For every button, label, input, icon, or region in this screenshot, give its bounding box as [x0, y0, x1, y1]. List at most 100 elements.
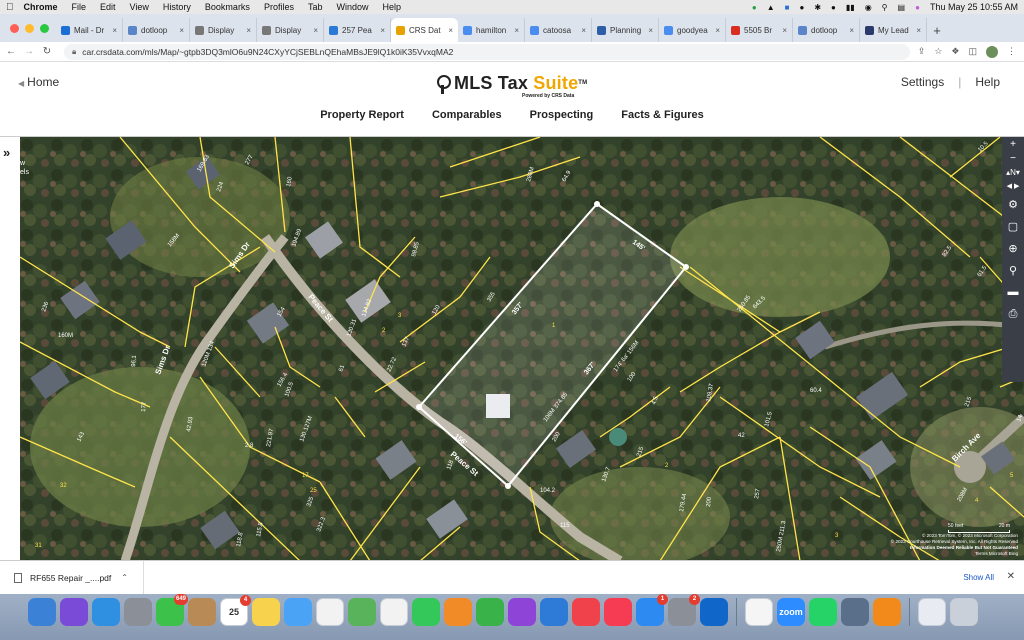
tab-close-icon[interactable]: × [112, 26, 117, 35]
lock-icon[interactable]: 🔒︎ [72, 47, 76, 57]
mls-tax-suite-logo[interactable]: MLS Tax SuiteTM Powered by CRS Data [436, 72, 587, 99]
dock-facetime-icon[interactable] [412, 598, 440, 626]
back-button[interactable]: ← [4, 46, 18, 57]
parcel-vertex[interactable] [416, 404, 422, 410]
dock-pages-icon[interactable] [444, 598, 472, 626]
siri-icon[interactable]: ● [915, 3, 920, 12]
tab-close-icon[interactable]: × [246, 26, 251, 35]
zoom-in-button[interactable]: + [1002, 137, 1024, 151]
menu-tab[interactable]: Tab [308, 2, 323, 12]
show-all-button[interactable]: Show All [963, 573, 994, 582]
map-canvas[interactable]: Sims Dr Sims Dr Peace St Peace St Birch … [20, 137, 1024, 561]
browser-tab[interactable]: dotloop × [123, 18, 190, 42]
dock-messages-icon[interactable]: 649 [156, 594, 188, 626]
minimize-window-button[interactable] [25, 24, 34, 33]
browser-tab[interactable]: Display × [190, 18, 257, 42]
tab-close-icon[interactable]: × [179, 26, 184, 35]
reload-button[interactable]: ↻ [40, 46, 54, 57]
tab-close-icon[interactable]: × [648, 26, 653, 35]
tab-close-icon[interactable]: × [715, 26, 720, 35]
spotlight-search-icon[interactable]: ⚲ [882, 3, 888, 12]
browser-tab[interactable]: Display × [257, 18, 324, 42]
browser-tab[interactable]: 5505 Br × [726, 18, 793, 42]
print-icon[interactable]: ⎙ [1002, 303, 1024, 325]
browser-tab[interactable]: CRS Dat × [391, 18, 458, 42]
forward-button[interactable]: → [22, 46, 36, 57]
dock-finder-icon[interactable] [28, 598, 56, 626]
attribution-line[interactable]: Terms Microsoft Bing [891, 551, 1018, 557]
browser-tab[interactable]: dotloop × [793, 18, 860, 42]
dock-numbers-icon[interactable] [476, 598, 504, 626]
menu-app-name[interactable]: Chrome [24, 2, 58, 12]
menu-view[interactable]: View [130, 2, 149, 12]
menu-profiles[interactable]: Profiles [264, 2, 294, 12]
status-app-icon[interactable]: ● [831, 3, 836, 12]
browser-tab[interactable]: hamilton × [458, 18, 525, 42]
dock-contacts-icon[interactable] [188, 598, 216, 626]
compass-icon[interactable]: ▴N▾ [1002, 165, 1024, 179]
sidebar-icon[interactable]: ◫ [968, 46, 977, 57]
parcel-vertex[interactable] [505, 483, 511, 489]
bookmark-star-icon[interactable]: ☆ [934, 46, 942, 57]
dock-zoom-icon[interactable]: zoom [777, 598, 805, 626]
tab-close-icon[interactable]: × [581, 26, 586, 35]
nav-prospecting[interactable]: Prospecting [530, 109, 594, 121]
status-app-icon[interactable]: ● [799, 3, 804, 12]
settings-link[interactable]: Settings [901, 75, 944, 89]
menu-help[interactable]: Help [382, 2, 401, 12]
dock-siri-icon[interactable] [60, 598, 88, 626]
dock-reminders-icon[interactable] [316, 598, 344, 626]
dock-photos-icon[interactable] [380, 598, 408, 626]
browser-tab[interactable]: Planning × [592, 18, 659, 42]
search-icon[interactable]: ⚲ [1002, 259, 1024, 281]
close-window-button[interactable] [10, 24, 19, 33]
chevron-up-icon[interactable]: ⌃ [121, 573, 128, 582]
close-icon[interactable]: ✕ [1007, 571, 1015, 582]
dock-calendar-icon[interactable]: 25 4 [220, 595, 251, 626]
browser-tab[interactable]: goodyea × [659, 18, 726, 42]
extensions-icon[interactable]: ❖ [951, 46, 959, 57]
share-icon[interactable]: ⇪ [918, 46, 926, 57]
status-app-icon[interactable]: ● [752, 3, 757, 12]
dock-keynote-icon[interactable] [540, 598, 568, 626]
dock-documents-icon[interactable] [918, 598, 946, 626]
browser-menu-icon[interactable]: ⋮ [1007, 46, 1016, 57]
bluetooth-icon[interactable]: ✱ [814, 3, 821, 12]
wifi-icon[interactable]: ◉ [865, 3, 872, 12]
zoom-out-button[interactable]: − [1002, 151, 1024, 165]
profile-avatar[interactable] [986, 45, 998, 58]
select-area-icon[interactable]: ▢ [1002, 215, 1024, 237]
address-bar[interactable]: 🔒︎ car.crsdata.com/mls/Map/~gtpb3DQ3mlO6… [64, 43, 910, 60]
menu-window[interactable]: Window [336, 2, 368, 12]
dock-whatsapp-icon[interactable] [809, 598, 837, 626]
dock-launchpad-icon[interactable] [124, 598, 152, 626]
browser-tab[interactable]: My Lead × [860, 18, 927, 42]
battery-icon[interactable]: ▮▮ [846, 3, 855, 12]
apple-icon[interactable]:  [6, 2, 14, 13]
dock-chrome-icon[interactable] [745, 598, 773, 626]
tab-close-icon[interactable]: × [514, 26, 519, 35]
help-link[interactable]: Help [975, 75, 1000, 89]
menu-edit[interactable]: Edit [100, 2, 116, 12]
menu-history[interactable]: History [163, 2, 191, 12]
tab-close-icon[interactable]: × [849, 26, 854, 35]
menu-file[interactable]: File [72, 2, 87, 12]
menu-bookmarks[interactable]: Bookmarks [205, 2, 250, 12]
browser-tab[interactable]: Mail - Dr × [56, 18, 123, 42]
dock-news-icon[interactable] [572, 598, 600, 626]
dock-trash-icon[interactable] [950, 598, 978, 626]
new-tab-button[interactable]: + [927, 18, 947, 42]
status-app-icon[interactable]: ▲ [767, 3, 775, 12]
aerial-parcel-map[interactable]: Sims Dr Sims Dr Peace St Peace St Birch … [20, 137, 1024, 561]
parcel-vertex[interactable] [683, 264, 689, 270]
nav-property-report[interactable]: Property Report [320, 109, 404, 121]
dock-safari-icon[interactable] [92, 598, 120, 626]
gear-icon[interactable]: ⚙ [1002, 193, 1024, 215]
tab-close-icon[interactable]: × [313, 26, 318, 35]
home-link[interactable]: ◀ Home [18, 75, 59, 89]
dock-notes-icon[interactable] [252, 598, 280, 626]
tab-close-icon[interactable]: × [380, 26, 385, 35]
control-center-icon[interactable]: ▤ [898, 3, 906, 12]
nav-comparables[interactable]: Comparables [432, 109, 502, 121]
dock-system-settings-icon[interactable]: 2 [668, 594, 700, 626]
